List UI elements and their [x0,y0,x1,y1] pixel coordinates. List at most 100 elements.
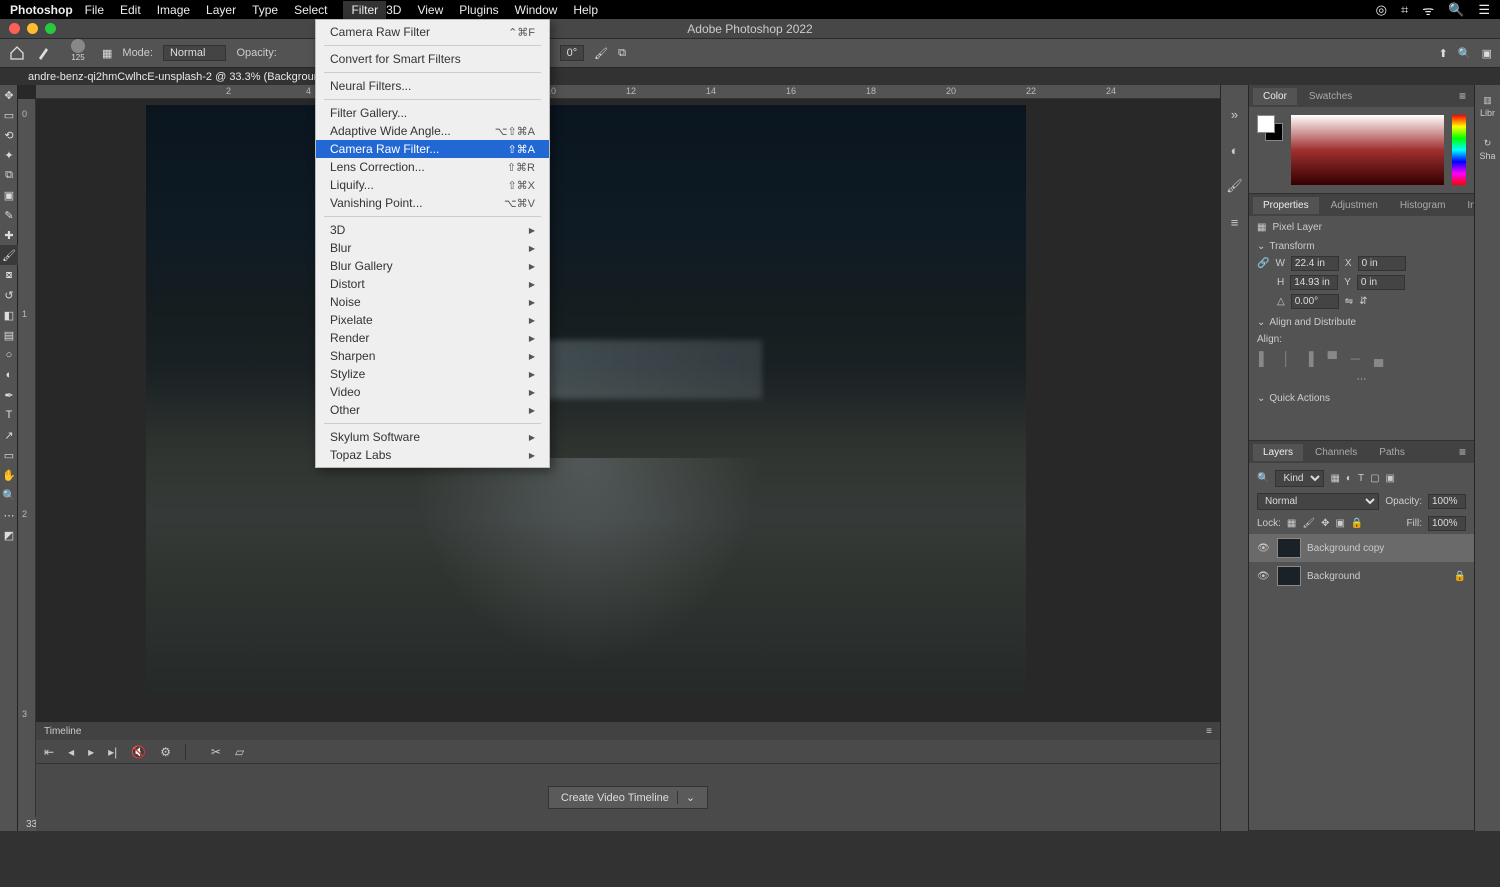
menu-item-recent-filter[interactable]: Camera Raw Filter⌃⌘F [316,23,549,41]
menu-item[interactable]: Lens Correction...⇧⌘R [316,158,549,176]
menu-item[interactable]: Blur [316,239,549,257]
menu-item[interactable]: Skylum Software [316,428,549,446]
menu-3d[interactable]: 3D [386,3,401,17]
marquee-tool[interactable]: ▭ [0,105,18,125]
color-field[interactable] [1291,115,1444,185]
menu-item-convert-smart[interactable]: Convert for Smart Filters [316,50,549,68]
tl-prev-frame-icon[interactable]: ◂ [68,745,74,759]
panel-menu-icon[interactable]: ≡ [1455,445,1470,459]
menu-item[interactable]: Video [316,383,549,401]
tl-next-frame-icon[interactable]: ▸| [108,745,117,759]
butterfly-icon[interactable]: ⧉ [618,47,626,60]
bluetooth-icon[interactable]: ⌗ [1401,2,1408,18]
menu-item[interactable]: Topaz Labs [316,446,549,464]
styles-icon[interactable]: ≡ [1226,213,1244,231]
eraser-tool[interactable]: ◧ [0,305,18,325]
angle-input[interactable] [1291,294,1339,309]
panel-menu-icon[interactable]: ≡ [1455,89,1470,103]
menu-item[interactable]: Filter Gallery... [316,104,549,122]
mode-select[interactable]: Normal [163,45,226,61]
height-input[interactable] [1290,275,1338,290]
share-icon[interactable]: ⬆ [1439,47,1448,60]
tl-audio-icon[interactable]: 🔇 [131,745,146,759]
toolbar-more[interactable]: ⋯ [0,505,18,525]
lock-icon[interactable]: 🔒 [1454,571,1466,582]
create-video-timeline-button[interactable]: Create Video Timeline ⌄ [548,786,708,809]
link-icon[interactable]: 🔗 [1257,258,1269,269]
layer-row[interactable]: 👁 Background 🔒 [1249,562,1474,590]
tl-split-icon[interactable]: ✂ [211,745,221,759]
tab-layers[interactable]: Layers [1253,444,1303,461]
stamp-tool[interactable]: ⧇ [0,265,18,285]
visibility-icon[interactable]: 👁 [1257,571,1271,582]
layer-filter-select[interactable]: Kind [1275,470,1324,487]
lock-all-icon[interactable]: 🔒 [1351,518,1363,529]
menu-type[interactable]: Type [252,3,278,17]
menu-item[interactable]: Pixelate [316,311,549,329]
menu-item-neural-filters[interactable]: Neural Filters... [316,77,549,95]
menu-filter[interactable]: Filter [343,1,386,19]
layer-thumbnail[interactable] [1277,566,1301,586]
panel-menu-icon[interactable]: ≡ [1206,726,1212,737]
ruler-vertical[interactable]: 0123 [18,99,36,831]
search-icon[interactable]: 🔍 [1458,47,1472,60]
menu-item[interactable]: Vanishing Point...⌥⌘V [316,194,549,212]
ruler-horizontal[interactable]: 24681012141618202224 [36,85,1220,99]
tab-properties[interactable]: Properties [1253,197,1319,214]
lasso-tool[interactable]: ⟲ [0,125,18,145]
frame-tool[interactable]: ▣ [0,185,18,205]
menu-window[interactable]: Window [515,3,558,17]
menu-item[interactable]: Distort [316,275,549,293]
menu-help[interactable]: Help [573,3,598,17]
visibility-icon[interactable]: 👁 [1257,543,1271,554]
symmetry-icon[interactable]: 🖌 [594,47,608,60]
align-right-icon[interactable]: ▐ [1304,351,1313,366]
menu-item[interactable]: Noise [316,293,549,311]
menu-item[interactable]: Render [316,329,549,347]
tab-paths[interactable]: Paths [1369,444,1415,461]
tl-settings-icon[interactable]: ⚙ [160,745,171,759]
menu-item[interactable]: Camera Raw Filter...⇧⌘A [316,140,549,158]
menu-layer[interactable]: Layer [206,3,236,17]
layer-name[interactable]: Background copy [1307,543,1384,554]
x-input[interactable] [1358,256,1406,271]
layer-thumbnail[interactable] [1277,538,1301,558]
fill-input[interactable] [1428,516,1466,531]
menu-item[interactable]: Liquify...⇧⌘X [316,176,549,194]
lock-position-icon[interactable]: ✥ [1321,518,1329,529]
y-input[interactable] [1357,275,1405,290]
filter-pixel-icon[interactable]: ▦ [1330,473,1339,484]
layer-opacity-input[interactable] [1428,494,1466,509]
align-center-v-icon[interactable]: ─ [1351,351,1360,366]
wand-tool[interactable]: ✦ [0,145,18,165]
gradient-tool[interactable]: ▤ [0,325,18,345]
tool-icon[interactable] [36,45,54,61]
filter-shape-icon[interactable]: ▢ [1370,473,1379,484]
spotlight-icon[interactable]: 🔍 [1448,2,1464,18]
filter-smart-icon[interactable]: ▣ [1386,473,1395,484]
shape-tool[interactable]: ▭ [0,445,18,465]
brush-panel-icon[interactable]: ▦ [102,47,112,60]
foreground-background-swatch[interactable]: ◩ [0,525,18,545]
minimize-window-button[interactable] [27,23,38,34]
lock-pixels-icon[interactable]: ▦ [1287,518,1296,529]
flip-h-icon[interactable]: ⇋ [1345,296,1353,307]
collapse-icon[interactable]: » [1226,105,1244,123]
quick-actions-header[interactable]: Quick Actions [1257,389,1466,408]
menu-image[interactable]: Image [157,3,190,17]
transform-section-header[interactable]: Transform [1257,237,1466,256]
menu-item[interactable]: Blur Gallery [316,257,549,275]
blend-mode-select[interactable]: Normal [1257,493,1379,510]
menu-file[interactable]: File [85,3,104,17]
chevron-down-icon[interactable]: ⌄ [677,791,695,804]
flip-v-icon[interactable]: ⇵ [1359,296,1367,307]
filter-icon[interactable]: 🔍 [1257,473,1269,484]
tab-histogram[interactable]: Histogram [1390,197,1456,214]
canvas-image[interactable] [146,105,1026,693]
dodge-tool[interactable]: ◐ [0,365,18,385]
menu-item[interactable]: Other [316,401,549,419]
tl-play-icon[interactable]: ▸ [88,745,94,759]
align-bottom-icon[interactable]: ▄ [1374,351,1383,366]
crop-tool[interactable]: ⧉ [0,165,18,185]
blur-tool[interactable]: ○ [0,345,18,365]
